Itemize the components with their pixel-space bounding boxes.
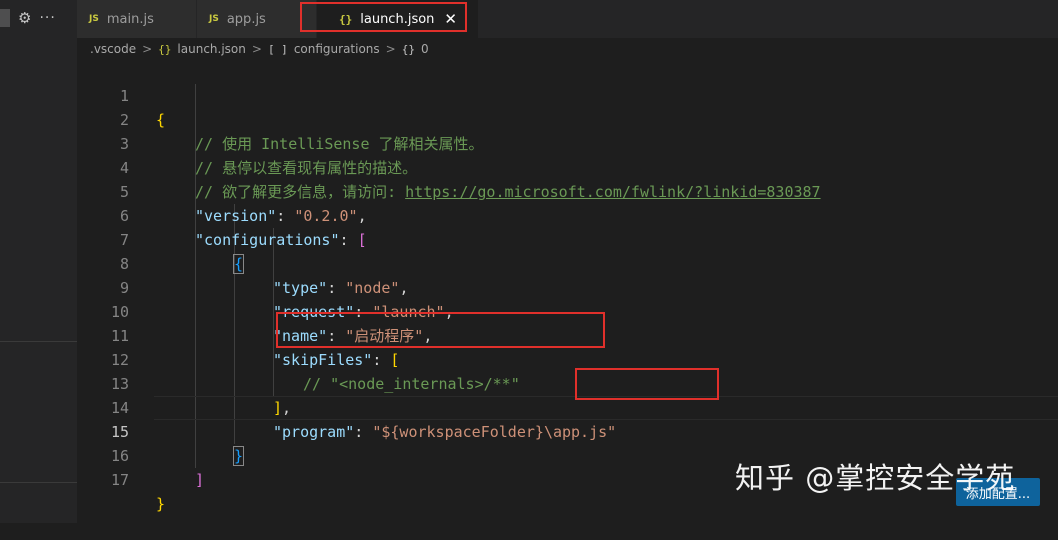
object-icon: {} xyxy=(401,42,415,56)
explorer-sidebar: ⚙ ··· xyxy=(0,0,77,523)
code-line: 15 } xyxy=(77,396,1058,466)
code-line: 16 ] xyxy=(77,420,1058,489)
code-editor[interactable]: 1 { 2 // 使用 IntelliSense 了解相关属性。 3 // 悬停… xyxy=(77,60,1058,523)
code-line: 13 ], xyxy=(77,348,1058,417)
collapse-handle[interactable] xyxy=(0,9,10,27)
breadcrumb-folder[interactable]: .vscode xyxy=(90,42,136,56)
array-icon: [ ] xyxy=(267,42,288,56)
code-line: 4 // 欲了解更多信息，请访问: https://go.microsoft.c… xyxy=(77,132,1058,201)
json-file-icon: {} xyxy=(158,42,172,56)
breadcrumb-array[interactable]: configurations xyxy=(294,42,380,56)
sidebar-divider xyxy=(0,482,77,483)
breadcrumb-file[interactable]: launch.json xyxy=(177,42,245,56)
highlight-box-appjs xyxy=(575,368,719,400)
code-line: 2 // 使用 IntelliSense 了解相关属性。 xyxy=(77,84,1058,153)
tab-label: app.js xyxy=(226,11,266,27)
code-line: 10 "name": "启动程序", xyxy=(77,276,1058,345)
tab-app-js[interactable]: JS app.js xyxy=(197,0,317,38)
breadcrumb-object[interactable]: 0 xyxy=(421,42,429,56)
sidebar-toolbar: ⚙ ··· xyxy=(0,6,77,30)
breadcrumb: .vscode > {} launch.json > [ ] configura… xyxy=(90,38,429,60)
bracket: ] xyxy=(195,471,205,489)
code-line: 5 "version": "0.2.0", xyxy=(77,156,1058,225)
more-icon[interactable]: ··· xyxy=(39,10,55,26)
sidebar-divider xyxy=(0,341,77,342)
tab-label: main.js xyxy=(106,11,154,27)
chevron-right-icon: > xyxy=(251,42,262,56)
watermark: 知乎 @掌控安全学苑 xyxy=(735,461,1016,495)
code-line: 14 "program": "${workspaceFolder}\app.js… xyxy=(77,372,1058,441)
code-line: 1 { xyxy=(77,60,1058,129)
js-file-icon: JS xyxy=(209,14,219,24)
code-line: 3 // 悬停以查看现有属性的描述。 xyxy=(77,108,1058,177)
gear-icon[interactable]: ⚙ xyxy=(18,9,31,27)
highlight-box-comment xyxy=(276,312,605,348)
tab-main-js[interactable]: JS main.js xyxy=(77,0,197,38)
code-line: 9 "request": "launch", xyxy=(77,252,1058,321)
code-line: 7 { xyxy=(77,204,1058,274)
chevron-right-icon: > xyxy=(385,42,396,56)
code-line: 6 "configurations": [ xyxy=(77,180,1058,249)
editor-tab-bar: JS main.js JS app.js {} launch.json ✕ xyxy=(77,0,1058,38)
code-line: 8 "type": "node", xyxy=(77,228,1058,297)
bracket: } xyxy=(156,495,166,513)
highlight-box-tab xyxy=(300,2,467,32)
chevron-right-icon: > xyxy=(142,42,153,56)
js-file-icon: JS xyxy=(89,14,99,24)
line-number: 17 xyxy=(110,471,129,489)
